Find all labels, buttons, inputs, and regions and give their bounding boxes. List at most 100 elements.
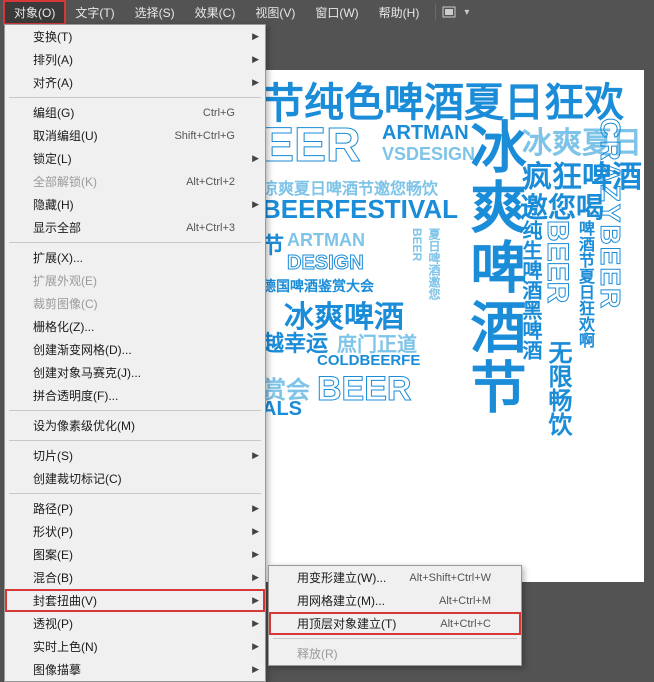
menu-shortcut: Alt+Ctrl+3 (186, 222, 247, 234)
menu-item-label: 变换(T) (33, 28, 72, 45)
submenu-item-label: 释放(R) (297, 645, 338, 662)
art-vertical-3: BEER (540, 220, 574, 303)
menu-item[interactable]: 显示全部 Alt+Ctrl+3 (5, 216, 265, 239)
menu-item-label: 锁定(L) (33, 150, 72, 167)
menu-item[interactable]: 透视(P) ▶ (5, 612, 265, 635)
menu-item-label: 隐藏(H) (33, 196, 74, 213)
submenu-arrow-icon: ▶ (252, 595, 259, 606)
submenu-arrow-icon: ▶ (252, 54, 259, 65)
menu-item[interactable]: 编组(G)Ctrl+G (5, 101, 265, 124)
menu-item-label: 图案(E) (33, 546, 73, 563)
menu-item[interactable]: 图像描摹 ▶ (5, 658, 265, 681)
menubar-effect[interactable]: 效果(C) (185, 1, 246, 24)
menu-item-label: 显示全部 (33, 219, 81, 236)
art-vertical-7: 夏日啤酒邀您 (426, 228, 443, 300)
menu-item-label: 排列(A) (33, 51, 73, 68)
menu-item[interactable]: 混合(B)▶ (5, 566, 265, 589)
art-text: COLDBEERFE (317, 352, 420, 369)
menu-item: 全部解锁(K)Alt+Ctrl+2 (5, 170, 265, 193)
menu-item[interactable]: 对齐(A) ▶ (5, 71, 265, 94)
menu-separator (9, 242, 261, 243)
menu-item[interactable]: 栅格化(Z)... (5, 315, 265, 338)
menu-shortcut: Alt+Ctrl+M (439, 595, 503, 607)
menu-item-label: 切片(S) (33, 447, 73, 464)
submenu-arrow-icon: ▶ (252, 199, 259, 210)
art-text: EER (262, 118, 361, 173)
submenu-arrow-icon: ▶ (252, 31, 259, 42)
menu-item-label: 创建渐变网格(D)... (33, 341, 132, 358)
menu-item-label: 拼合透明度(F)... (33, 387, 118, 404)
menu-item-label: 实时上色(N) (33, 638, 98, 655)
menu-shortcut: Alt+Shift+Ctrl+W (409, 572, 503, 584)
menu-item[interactable]: 形状(P) ▶ (5, 520, 265, 543)
submenu-arrow-icon: ▶ (252, 526, 259, 537)
menu-item-label: 对齐(A) (33, 74, 73, 91)
menu-item-label: 创建裁切标记(C) (33, 470, 122, 487)
menubar-help[interactable]: 帮助(H) (369, 1, 430, 24)
menu-item[interactable]: 设为像素级优化(M) (5, 414, 265, 437)
menu-item-label: 编组(G) (33, 104, 74, 121)
menu-item[interactable]: 变换(T) ▶ (5, 25, 265, 48)
menu-item[interactable]: 扩展(X)... (5, 246, 265, 269)
menu-item-label: 裁剪图像(C) (33, 295, 98, 312)
menu-item-label: 扩展(X)... (33, 249, 83, 266)
menubar: 对象(O) 文字(T) 选择(S) 效果(C) 视图(V) 窗口(W) 帮助(H… (0, 0, 654, 24)
menubar-view[interactable]: 视图(V) (245, 1, 305, 24)
canvas[interactable]: 节纯色啤酒夏日狂欢EERARTMANVSDESIGN冰爽夏日疯狂啤酒凉爽夏日啤酒… (262, 70, 644, 582)
menu-item[interactable]: 创建裁切标记(C) (5, 467, 265, 490)
workspace-chevron-icon[interactable]: ▾ (464, 7, 469, 18)
workspace-icon[interactable] (442, 5, 462, 19)
menu-item[interactable]: 取消编组(U)Shift+Ctrl+G (5, 124, 265, 147)
submenu-arrow-icon: ▶ (252, 503, 259, 514)
menu-item-label: 图像描摹 (33, 661, 81, 678)
submenu-item[interactable]: 用变形建立(W)... Alt+Shift+Ctrl+W (269, 566, 521, 589)
menubar-window[interactable]: 窗口(W) (305, 1, 368, 24)
menu-item-label: 创建对象马赛克(J)... (33, 364, 141, 381)
menu-shortcut: Alt+Ctrl+C (440, 618, 503, 630)
submenu-arrow-icon: ▶ (252, 450, 259, 461)
submenu-item[interactable]: 用顶层对象建立(T)Alt+Ctrl+C (269, 612, 521, 635)
art-text: ARTMAN (287, 230, 365, 251)
submenu-item-label: 用变形建立(W)... (297, 569, 386, 586)
menu-item[interactable]: 隐藏(H) ▶ (5, 193, 265, 216)
menu-item[interactable]: 实时上色(N)▶ (5, 635, 265, 658)
art-vertical-6: CRAZYBEER (594, 118, 626, 310)
submenu-arrow-icon: ▶ (252, 618, 259, 629)
menu-separator (9, 97, 261, 98)
submenu-arrow-icon: ▶ (252, 664, 259, 675)
menu-item[interactable]: 路径(P) ▶ (5, 497, 265, 520)
object-menu-dropdown: 变换(T) ▶ 排列(A) ▶ 对齐(A) ▶ 编组(G)Ctrl+G取消编组(U)Shif… (4, 24, 266, 682)
menu-item-label: 取消编组(U) (33, 127, 98, 144)
menubar-separator (435, 4, 436, 20)
menu-item-label: 栅格化(Z)... (33, 318, 94, 335)
menu-item[interactable]: 排列(A) ▶ (5, 48, 265, 71)
submenu-item[interactable]: 用网格建立(M)...Alt+Ctrl+M (269, 589, 521, 612)
submenu-arrow-icon: ▶ (252, 572, 259, 583)
menu-item[interactable]: 切片(S) ▶ (5, 444, 265, 467)
submenu-arrow-icon: ▶ (252, 153, 259, 164)
menu-separator (9, 493, 261, 494)
menu-item-label: 形状(P) (33, 523, 73, 540)
menu-item-label: 扩展外观(E) (33, 272, 97, 289)
menu-item: 裁剪图像(C) (5, 292, 265, 315)
menubar-type[interactable]: 文字(T) (65, 1, 124, 24)
menubar-select[interactable]: 选择(S) (125, 1, 185, 24)
menu-item[interactable]: 拼合透明度(F)... (5, 384, 265, 407)
menu-item[interactable]: 创建渐变网格(D)... (5, 338, 265, 361)
menu-item-label: 全部解锁(K) (33, 173, 97, 190)
menubar-object[interactable]: 对象(O) (4, 1, 65, 24)
art-text: BEER (317, 370, 411, 409)
menu-separator (273, 638, 517, 639)
menu-item-label: 路径(P) (33, 500, 73, 517)
menu-item[interactable]: 创建对象马赛克(J)... (5, 361, 265, 384)
menu-item[interactable]: 封套扭曲(V)▶ (5, 589, 265, 612)
menu-item-label: 透视(P) (33, 615, 73, 632)
envelope-distort-submenu: 用变形建立(W)... Alt+Shift+Ctrl+W 用网格建立(M)...Al… (268, 565, 522, 666)
art-text: DESIGN (287, 252, 364, 275)
menu-item-label: 设为像素级优化(M) (33, 417, 135, 434)
menu-item[interactable]: 图案(E) ▶ (5, 543, 265, 566)
submenu-arrow-icon: ▶ (252, 549, 259, 560)
submenu-arrow-icon: ▶ (252, 77, 259, 88)
menu-item[interactable]: 锁定(L) ▶ (5, 147, 265, 170)
art-text: BEERFESTIVAL (262, 194, 458, 225)
